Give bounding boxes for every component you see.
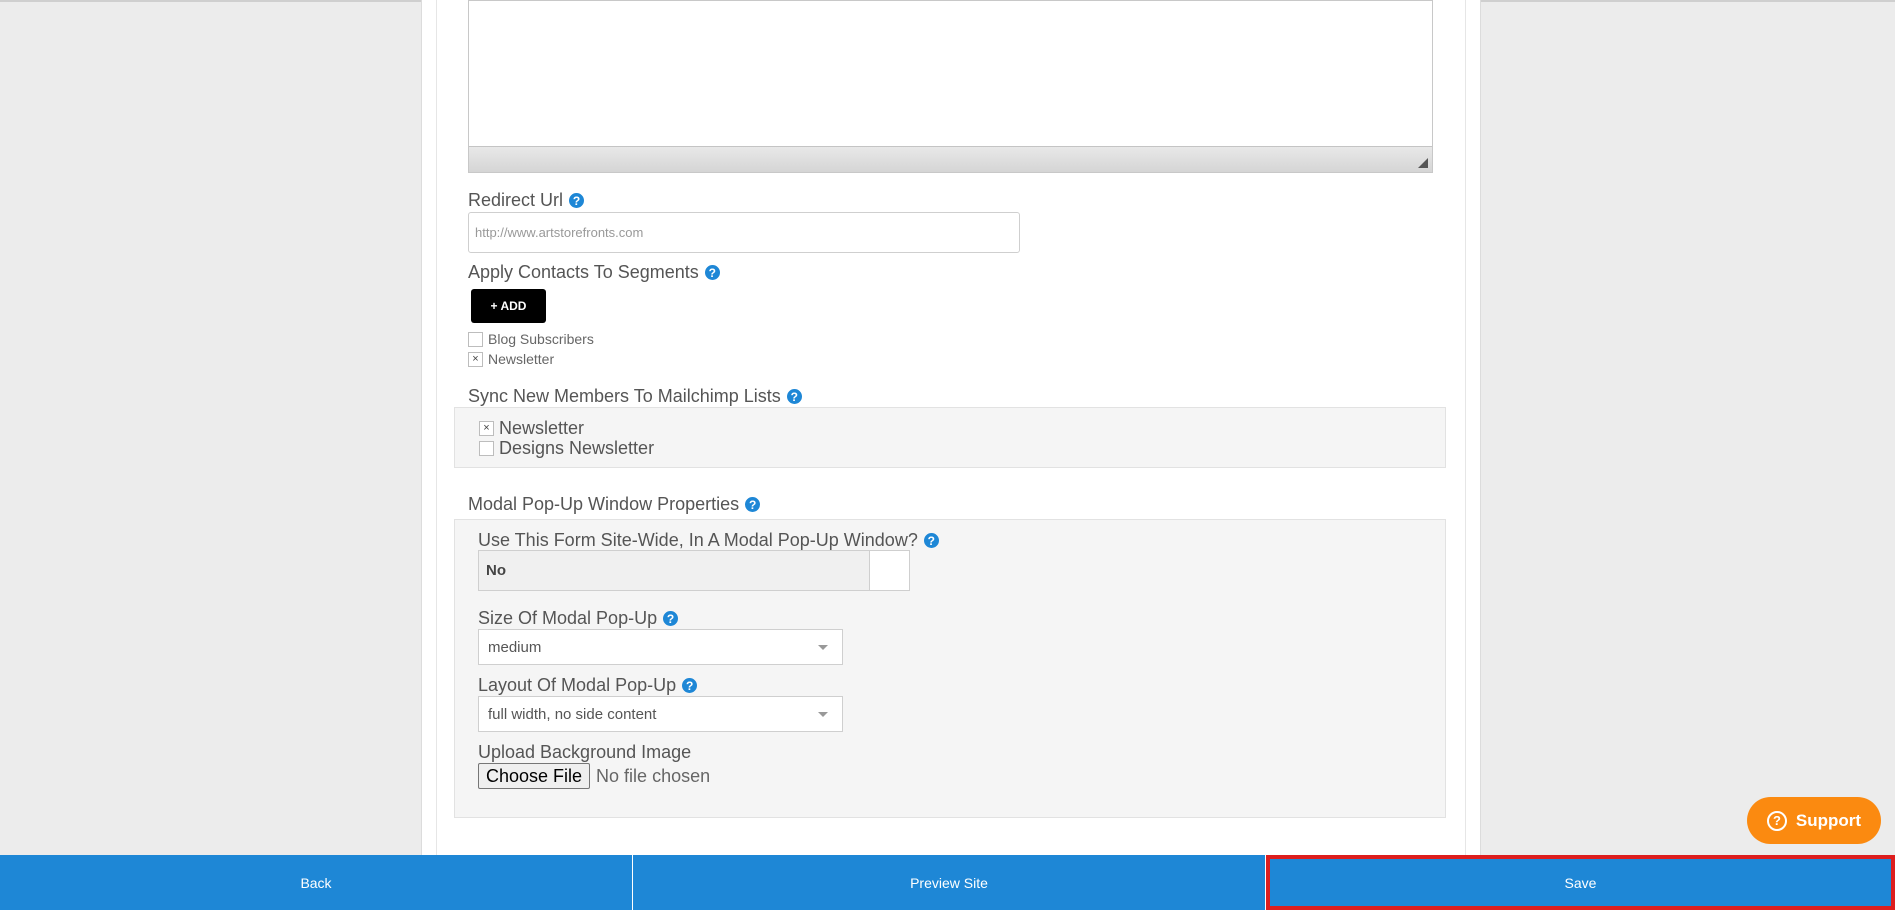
size-select[interactable]: medium	[478, 629, 843, 665]
help-icon[interactable]: ?	[663, 611, 679, 626]
segment-item-blog-subscribers[interactable]: Blog Subscribers	[468, 331, 594, 347]
help-icon[interactable]: ?	[682, 678, 698, 693]
sitewide-label: Use This Form Site-Wide, In A Modal Pop-…	[478, 530, 939, 551]
redirect-url-label: Redirect Url ?	[468, 190, 585, 211]
segment-item-newsletter[interactable]: × Newsletter	[468, 351, 554, 367]
layout-label: Layout Of Modal Pop-Up ?	[478, 675, 698, 696]
support-button[interactable]: ? Support	[1747, 797, 1881, 844]
back-button[interactable]: Back	[0, 855, 632, 910]
redirect-url-input[interactable]	[468, 212, 1020, 253]
editor-status-bar	[469, 146, 1432, 172]
segments-label: Apply Contacts To Segments ?	[468, 262, 720, 283]
file-upload: Choose File No file chosen	[478, 763, 710, 789]
bottom-action-bar: Back Preview Site Save	[0, 855, 1895, 910]
preview-site-button[interactable]: Preview Site	[633, 855, 1265, 910]
checkbox[interactable]	[468, 331, 483, 347]
checkbox[interactable]	[479, 441, 494, 456]
layout-select[interactable]: full width, no side content	[478, 696, 843, 732]
resize-handle-icon[interactable]	[1418, 158, 1428, 168]
toggle-value: No	[486, 562, 506, 579]
sitewide-toggle[interactable]: No	[478, 550, 910, 591]
help-icon[interactable]: ?	[745, 497, 761, 512]
mailchimp-label: Sync New Members To Mailchimp Lists ?	[468, 386, 802, 407]
chevron-down-icon	[818, 712, 828, 717]
checkbox[interactable]: ×	[479, 421, 494, 436]
help-icon[interactable]: ?	[569, 193, 585, 208]
help-icon[interactable]: ?	[923, 533, 939, 548]
add-segment-button[interactable]: + ADD	[471, 289, 546, 323]
chevron-down-icon	[818, 645, 828, 650]
mailchimp-item-newsletter[interactable]: × Newsletter	[479, 418, 584, 439]
rich-text-editor[interactable]	[468, 0, 1433, 173]
checkbox[interactable]: ×	[468, 351, 483, 367]
save-button[interactable]: Save	[1266, 855, 1895, 910]
question-icon: ?	[1766, 810, 1787, 831]
file-status: No file chosen	[596, 765, 711, 786]
help-icon[interactable]: ?	[704, 265, 720, 280]
modal-section-label: Modal Pop-Up Window Properties ?	[468, 494, 761, 515]
mailchimp-item-designs-newsletter[interactable]: Designs Newsletter	[479, 438, 654, 459]
toggle-knob[interactable]	[869, 551, 909, 590]
help-icon[interactable]: ?	[786, 389, 802, 404]
size-label: Size Of Modal Pop-Up ?	[478, 608, 679, 629]
background-image-label: Upload Background Image	[478, 742, 692, 762]
choose-file-button[interactable]: Choose File	[478, 763, 591, 789]
